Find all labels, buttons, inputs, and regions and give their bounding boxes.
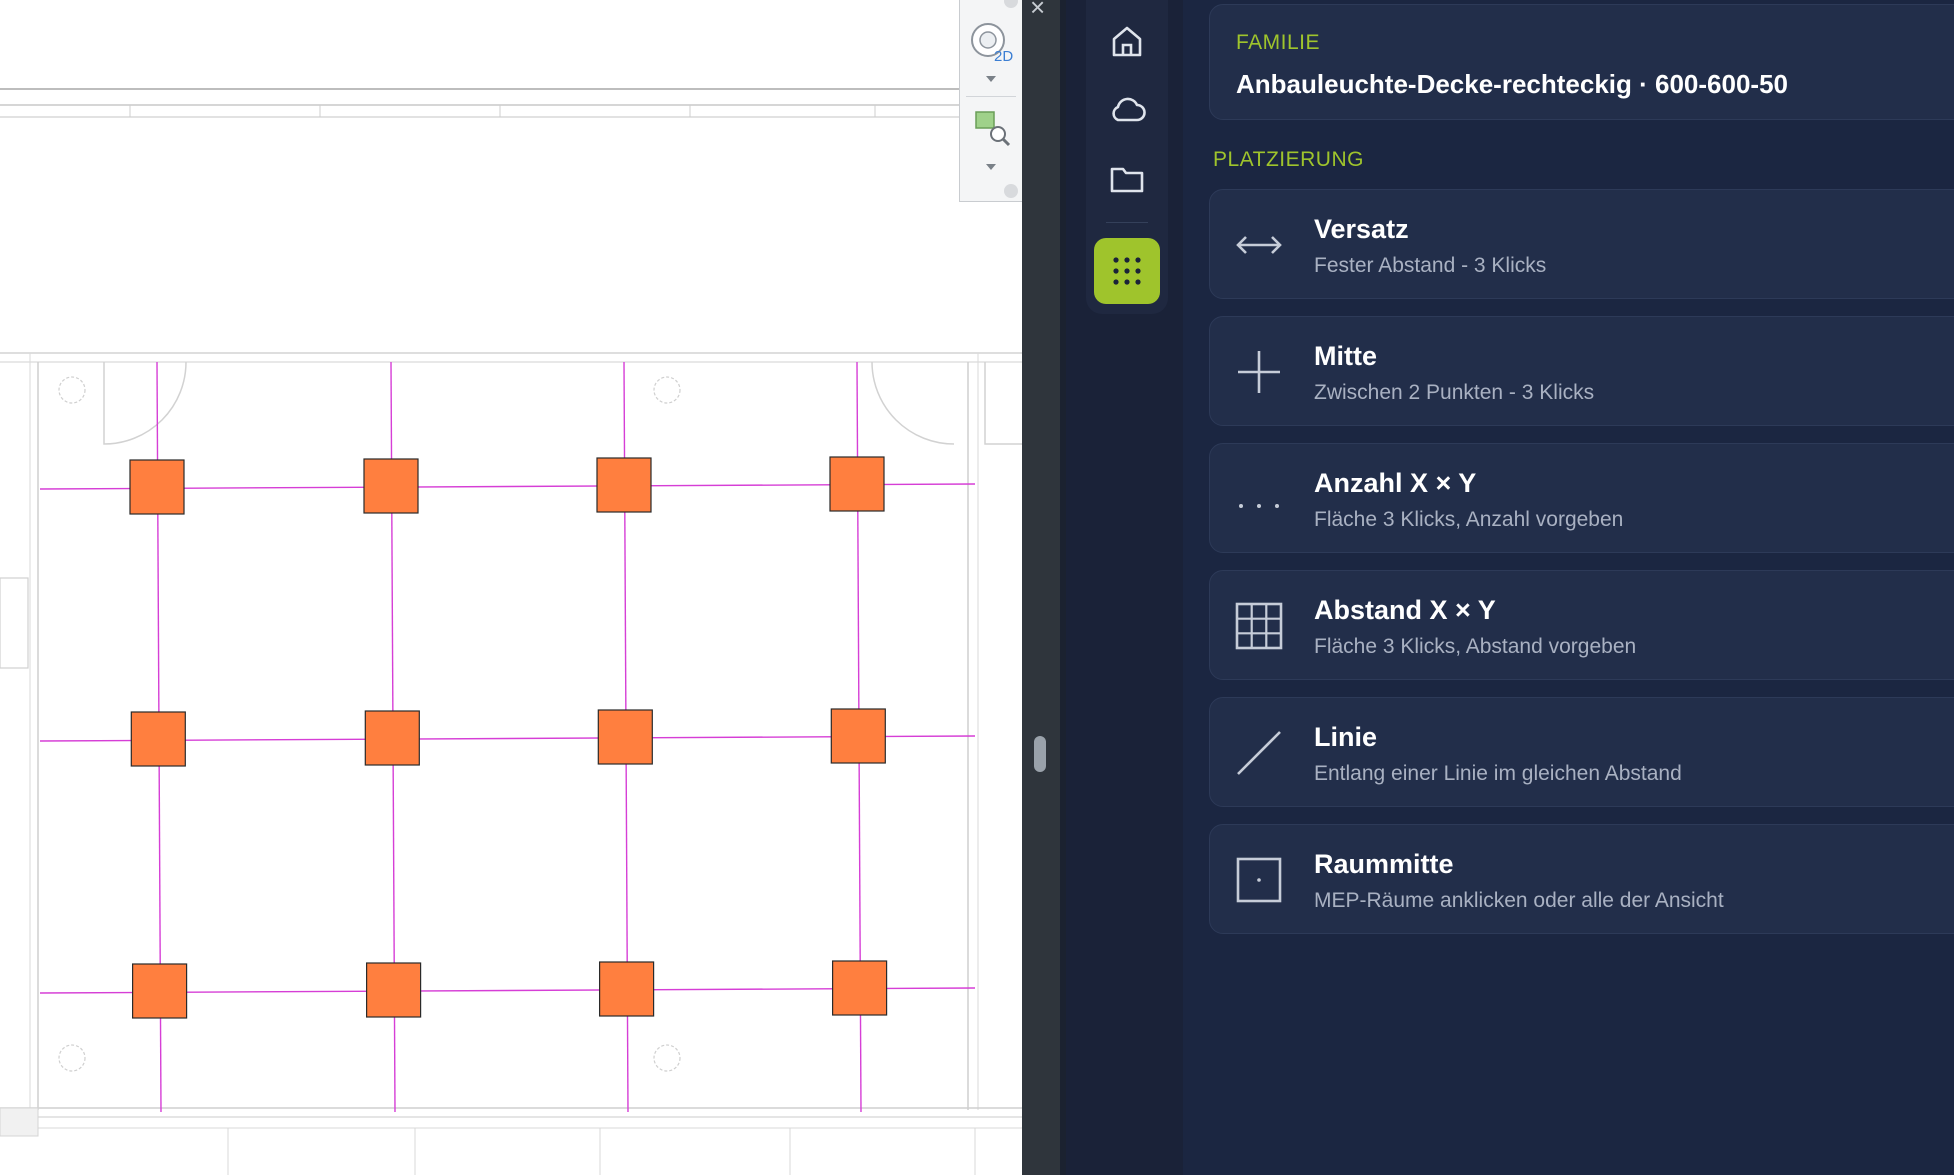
option-title: Mitte	[1314, 341, 1377, 371]
zoom-icon	[975, 111, 1011, 147]
option-title: Versatz	[1314, 214, 1409, 244]
light-fixture[interactable]	[366, 962, 422, 1018]
option-linie[interactable]: Linie Entlang einer Linie im gleichen Ab…	[1209, 697, 1954, 807]
view-badge: 2D	[994, 48, 1014, 65]
light-fixture[interactable]	[363, 458, 419, 514]
cloud-icon	[1112, 97, 1146, 122]
arrows-horizontal-icon	[1236, 236, 1282, 254]
option-title: Raummitte	[1314, 849, 1454, 879]
rail-cloud-button[interactable]	[1094, 77, 1160, 143]
option-raummitte[interactable]: Raummitte MEP-Räume anklicken oder alle …	[1209, 824, 1954, 934]
dots-icon	[1239, 504, 1279, 508]
option-mitte[interactable]: Mitte Zwischen 2 Punkten - 3 Klicks	[1209, 316, 1954, 426]
light-fixture[interactable]	[829, 456, 885, 512]
option-subtitle: Entlang einer Linie im gleichen Abstand	[1314, 762, 1682, 785]
chevron-down-icon[interactable]	[986, 164, 996, 170]
navigation-bar: 2D	[959, 0, 1022, 202]
rail-placement-button[interactable]	[1094, 238, 1160, 304]
family-card[interactable]: FAMILIE Anbauleuchte-Decke-rechteckig · …	[1209, 4, 1954, 120]
light-fixture[interactable]	[130, 711, 186, 767]
light-fixture[interactable]	[129, 459, 185, 515]
light-fixture[interactable]	[596, 457, 652, 513]
zoom-window-button[interactable]	[972, 108, 1012, 148]
floor-plan-drawing	[0, 88, 1022, 1175]
panel-splitter[interactable]: ×	[1022, 0, 1066, 1175]
diagonal-line-icon	[1237, 731, 1281, 775]
family-value: Anbauleuchte-Decke-rechteckig · 600-600-…	[1236, 69, 1789, 99]
cad-drawing-canvas[interactable]: 2D	[0, 0, 1022, 1175]
option-subtitle: MEP-Räume anklicken oder alle der Ansich…	[1314, 889, 1724, 912]
family-label: FAMILIE	[1236, 31, 1321, 54]
2d-wheel-button[interactable]: 2D	[968, 20, 1014, 66]
option-subtitle: Fläche 3 Klicks, Abstand vorgeben	[1314, 635, 1637, 658]
option-title: Linie	[1314, 722, 1378, 752]
plus-icon	[1238, 351, 1280, 393]
option-anzahl[interactable]: Anzahl X × Y Fläche 3 Klicks, Anzahl vor…	[1209, 443, 1954, 553]
folder-icon	[1110, 167, 1144, 193]
rail-divider	[1106, 222, 1148, 223]
rail-folder-button[interactable]	[1094, 146, 1160, 212]
option-subtitle: Fläche 3 Klicks, Anzahl vorgeben	[1314, 508, 1624, 531]
option-abstand[interactable]: Abstand X × Y Fläche 3 Klicks, Abstand v…	[1209, 570, 1954, 680]
navbar-divider	[966, 96, 1016, 97]
close-icon[interactable]	[1004, 0, 1018, 8]
light-fixture[interactable]	[598, 961, 655, 1017]
light-fixture[interactable]	[830, 708, 886, 764]
close-icon[interactable]: ×	[1030, 0, 1045, 20]
option-title: Abstand X × Y	[1314, 595, 1496, 625]
navbar-options-icon[interactable]	[1004, 184, 1018, 198]
option-title: Anzahl X × Y	[1314, 468, 1477, 498]
grid-dots-icon	[1113, 257, 1141, 285]
light-fixture[interactable]	[831, 960, 888, 1016]
light-fixture[interactable]	[364, 710, 420, 766]
placement-panel: FAMILIE Anbauleuchte-Decke-rechteckig · …	[1183, 0, 1954, 1175]
chevron-down-icon[interactable]	[986, 76, 996, 82]
option-subtitle: Fester Abstand - 3 Klicks	[1314, 254, 1547, 277]
square-dot-icon	[1236, 857, 1282, 903]
option-versatz[interactable]: Versatz Fester Abstand - 3 Klicks	[1209, 189, 1954, 299]
option-subtitle: Zwischen 2 Punkten - 3 Klicks	[1314, 381, 1595, 404]
light-fixture[interactable]	[597, 709, 653, 765]
home-icon	[1112, 26, 1142, 57]
rail-home-button[interactable]	[1094, 8, 1160, 74]
placement-label: PLATZIERUNG	[1213, 148, 1364, 171]
splitter-handle[interactable]	[1034, 736, 1046, 772]
grid-icon	[1235, 602, 1283, 650]
light-fixture[interactable]	[132, 963, 188, 1019]
side-rail	[1066, 0, 1183, 1175]
